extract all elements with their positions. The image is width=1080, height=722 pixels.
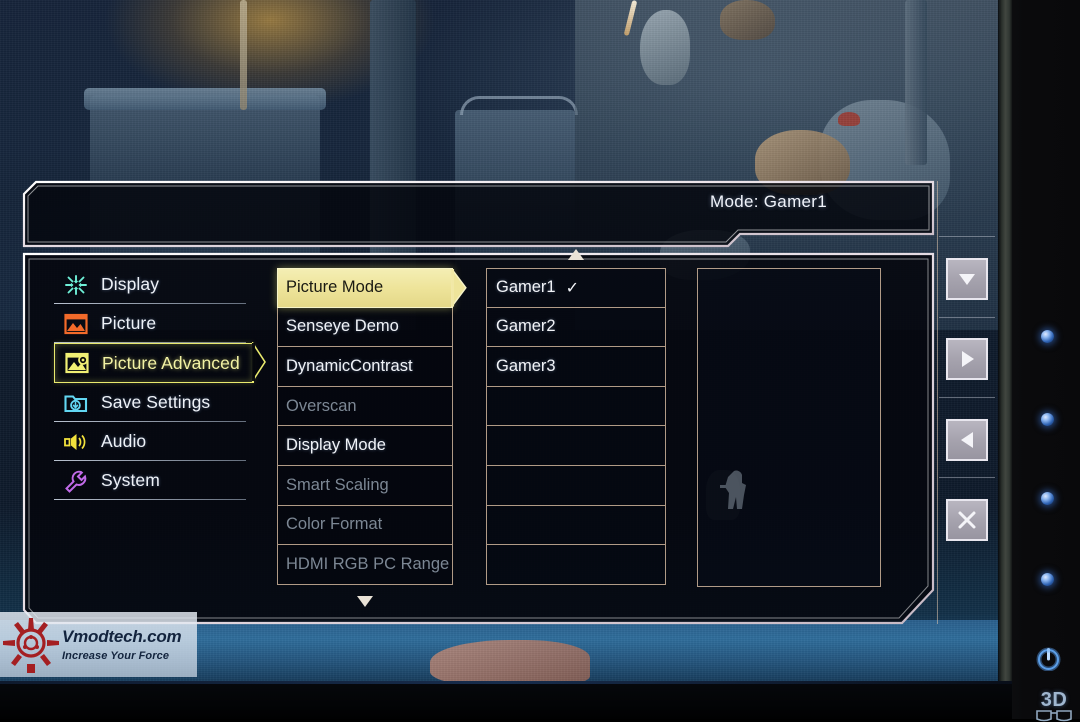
button-divider bbox=[939, 397, 995, 398]
chevron-left-icon bbox=[960, 432, 973, 448]
value-item-gamer3[interactable]: Gamer3 bbox=[486, 347, 666, 387]
settings-item-hdmi-rgb-pc-range: HDMI RGB PC Range bbox=[277, 545, 453, 585]
watermark: Vmodtech.com Increase Your Force bbox=[0, 612, 197, 677]
sidebar-item-label: Audio bbox=[101, 431, 147, 451]
sidebar-item-label: Save Settings bbox=[101, 392, 211, 412]
settings-item-label: DynamicContrast bbox=[286, 356, 413, 375]
bg-chicken-2-comb bbox=[838, 112, 860, 126]
check-icon: ✓ bbox=[565, 279, 580, 297]
value-item-empty-8 bbox=[486, 545, 666, 585]
right-button[interactable] bbox=[946, 338, 988, 380]
settings-item-dynamic-contrast[interactable]: DynamicContrast bbox=[277, 347, 453, 387]
value-item-label: Gamer2 bbox=[496, 317, 556, 336]
picture-advanced-icon bbox=[63, 350, 91, 376]
bg-post-right bbox=[905, 0, 927, 165]
audio-icon bbox=[62, 429, 90, 455]
bg-rope bbox=[240, 0, 247, 110]
value-item-label: Gamer3 bbox=[496, 356, 556, 375]
value-item-empty-4 bbox=[486, 386, 666, 427]
settings-item-picture-mode[interactable]: Picture Mode bbox=[277, 267, 467, 308]
sidebar-item-audio[interactable]: Audio bbox=[54, 422, 254, 461]
bg-barrel-left-rim bbox=[84, 88, 326, 110]
value-item-empty-6 bbox=[486, 465, 666, 506]
settings-item-smart-scaling: Smart Scaling bbox=[277, 465, 453, 506]
settings-item-label: Display Mode bbox=[286, 436, 386, 455]
settings-item-overscan: Overscan bbox=[277, 386, 453, 427]
bezel-led-2 bbox=[1041, 413, 1054, 426]
bg-chicken-3 bbox=[720, 0, 775, 40]
settings-item-label: Overscan bbox=[286, 396, 357, 415]
badge-3d-label: 3D bbox=[1040, 689, 1068, 711]
scroll-down-arrow-icon[interactable] bbox=[357, 596, 373, 607]
value-item-empty-7 bbox=[486, 505, 666, 546]
bezel-led-4 bbox=[1041, 573, 1054, 586]
sidebar-item-label: Picture bbox=[101, 313, 157, 333]
sidebar-item-picture[interactable]: Picture bbox=[54, 304, 254, 343]
watermark-subtitle: Increase Your Force bbox=[62, 650, 170, 662]
exit-button[interactable] bbox=[946, 499, 988, 541]
osd-mode-title: Mode: Gamer1 bbox=[710, 192, 827, 211]
value-item-gamer1[interactable]: Gamer1 ✓ bbox=[486, 268, 666, 308]
save-settings-icon bbox=[62, 390, 90, 416]
down-button[interactable] bbox=[946, 258, 988, 300]
button-divider bbox=[939, 477, 995, 478]
background-figure-icon bbox=[720, 470, 746, 509]
bezel-bottom bbox=[0, 681, 1012, 719]
watermark-title: Vmodtech.com bbox=[62, 627, 182, 646]
watermark-text: Vmodtech.com Increase Your Force bbox=[62, 627, 182, 662]
sidebar-item-label: System bbox=[101, 470, 160, 490]
sidebar-divider bbox=[54, 499, 246, 500]
settings-item-label: Color Format bbox=[286, 515, 383, 534]
display-icon bbox=[62, 272, 90, 298]
settings-selected-arrow-icon bbox=[451, 267, 467, 308]
bezel-bottom-glow bbox=[0, 681, 1012, 684]
osd-button-column-border bbox=[937, 181, 997, 624]
bezel-led-3 bbox=[1041, 492, 1054, 505]
sidebar-item-label: Display bbox=[101, 274, 160, 294]
bg-chicken-1 bbox=[640, 10, 690, 85]
chevron-down-icon bbox=[959, 274, 975, 285]
bg-arm bbox=[430, 640, 590, 683]
vmodtech-logo-icon bbox=[3, 617, 59, 673]
power-icon[interactable] bbox=[1036, 646, 1061, 671]
settings-item-senseye-demo[interactable]: Senseye Demo bbox=[277, 307, 453, 348]
osd-sidebar: Display Picture Picture Advanced Save Se… bbox=[54, 265, 266, 500]
value-item-label: Gamer1 bbox=[496, 278, 556, 297]
osd-values-column: Gamer1 ✓ Gamer2 Gamer3 bbox=[486, 268, 666, 585]
settings-item-display-mode[interactable]: Display Mode bbox=[277, 426, 453, 466]
chevron-right-icon bbox=[961, 351, 974, 367]
close-icon bbox=[958, 511, 976, 529]
monitor: Mode: Gamer1 Display Picture Picture Adv… bbox=[0, 0, 1080, 722]
bezel-right-edge bbox=[998, 0, 1013, 719]
picture-icon bbox=[62, 311, 90, 337]
left-button[interactable] bbox=[946, 419, 988, 461]
osd-button-column bbox=[937, 181, 997, 624]
settings-item-label: Smart Scaling bbox=[286, 475, 389, 494]
settings-item-label: Picture Mode bbox=[286, 278, 384, 297]
sidebar-item-system[interactable]: System bbox=[54, 461, 254, 500]
sidebar-item-display[interactable]: Display bbox=[54, 265, 254, 304]
bezel-right bbox=[1012, 0, 1080, 719]
system-icon bbox=[62, 468, 90, 494]
value-item-gamer2[interactable]: Gamer2 bbox=[486, 307, 666, 348]
sidebar-item-label: Picture Advanced bbox=[102, 352, 240, 373]
sidebar-active-arrow-icon bbox=[252, 342, 266, 383]
settings-item-label: Senseye Demo bbox=[286, 317, 399, 336]
sidebar-item-save-settings[interactable]: Save Settings bbox=[54, 383, 254, 422]
value-item-empty-5 bbox=[486, 426, 666, 466]
sidebar-item-picture-advanced[interactable]: Picture Advanced bbox=[54, 342, 266, 383]
bg-bucket-handle bbox=[460, 96, 578, 115]
settings-item-color-format: Color Format bbox=[277, 505, 453, 546]
scroll-up-arrow-icon[interactable] bbox=[568, 249, 584, 260]
osd-settings-column: Picture Mode Senseye Demo DynamicContras… bbox=[277, 267, 467, 585]
bezel-led-1 bbox=[1041, 330, 1054, 343]
3d-glasses-icon bbox=[1036, 710, 1072, 722]
button-divider bbox=[939, 236, 995, 237]
osd-preview-pane bbox=[697, 268, 881, 587]
button-divider bbox=[939, 317, 995, 318]
settings-item-label: HDMI RGB PC Range bbox=[286, 554, 450, 573]
